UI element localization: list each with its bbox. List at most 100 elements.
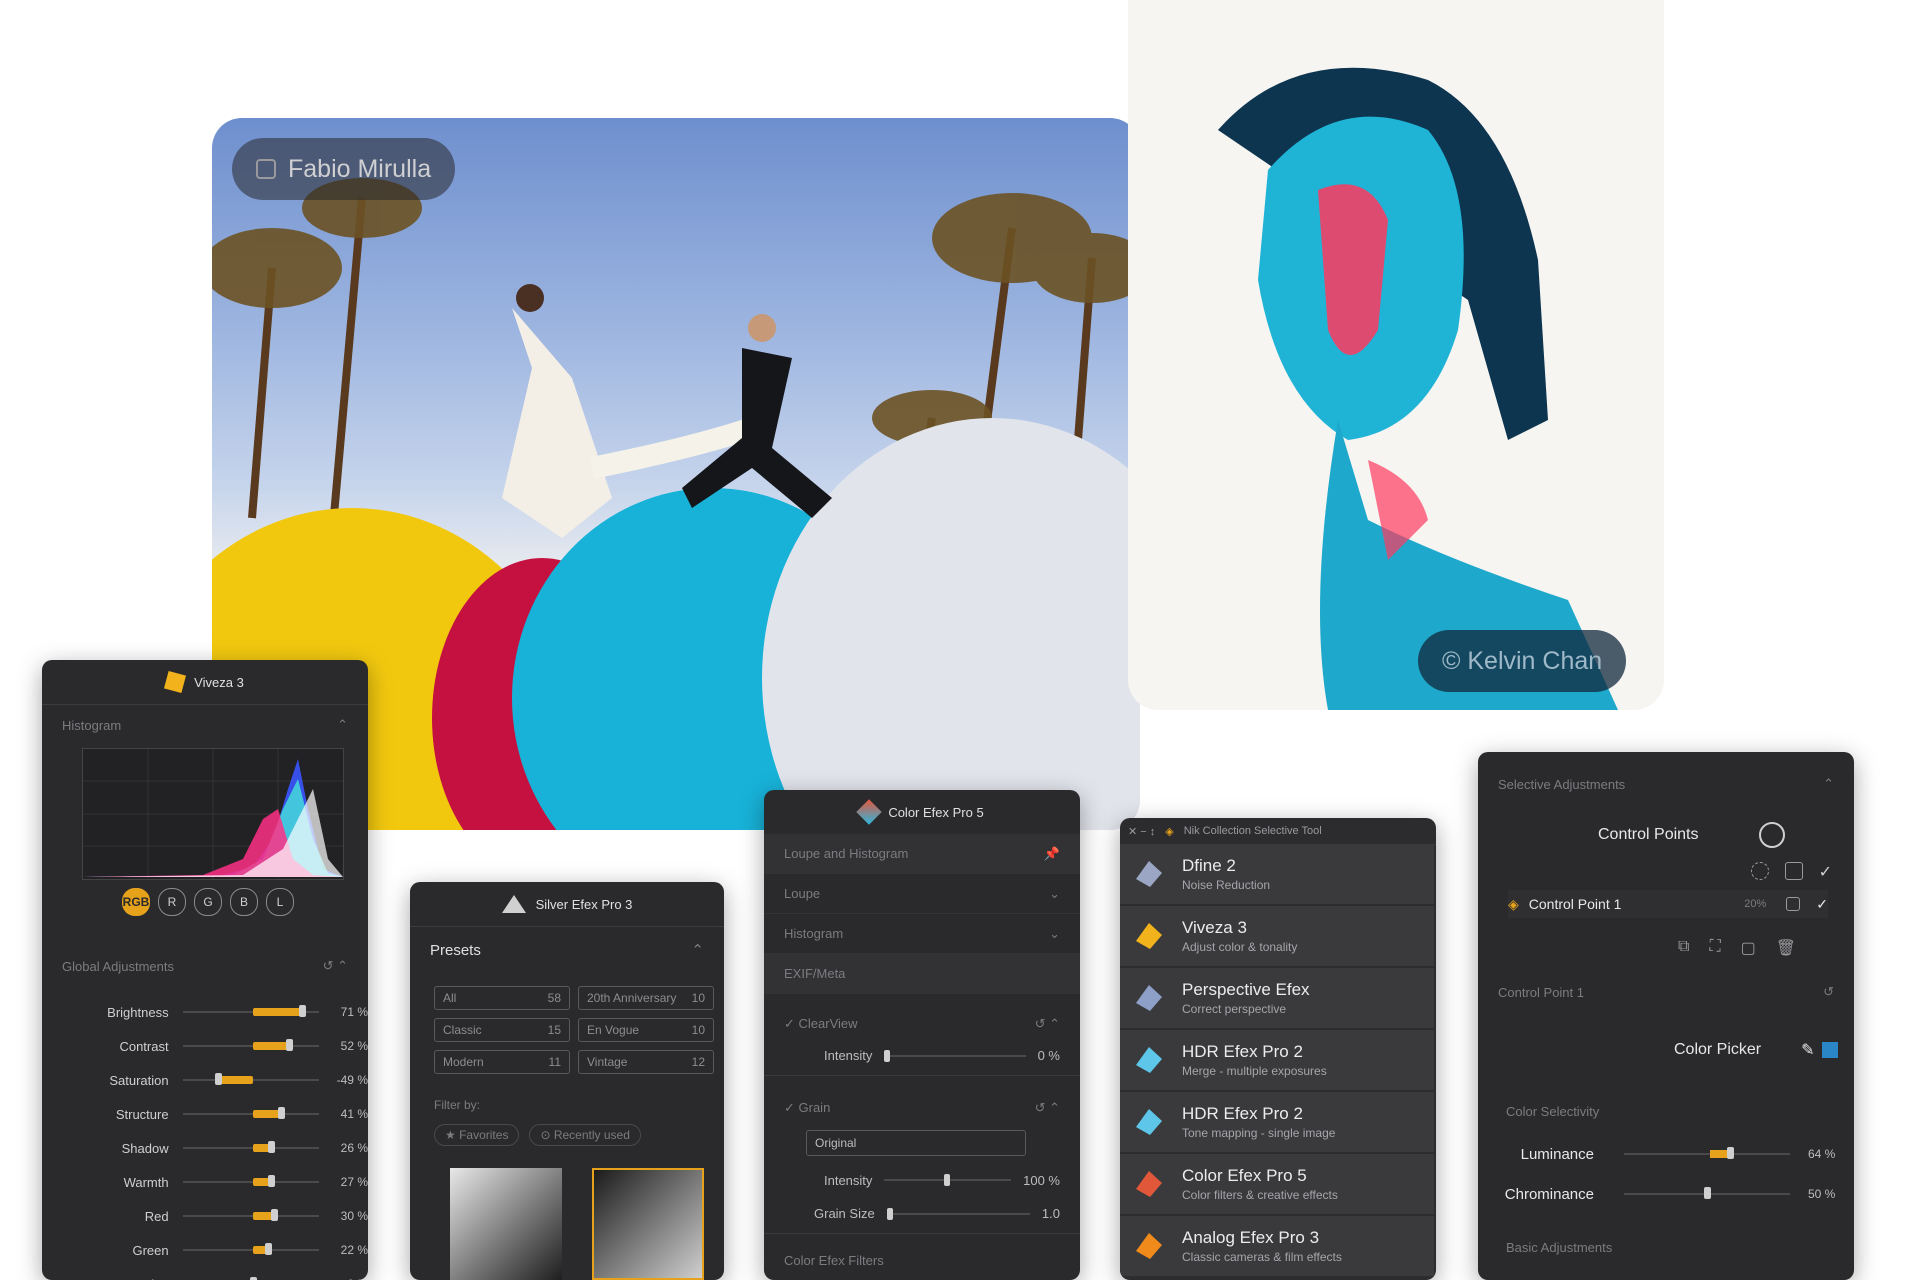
- slider-row[interactable]: Brightness 71 %: [42, 1000, 368, 1024]
- intensity-track[interactable]: [884, 1174, 1012, 1186]
- grain-size[interactable]: Grain Size 1.0: [764, 1194, 1080, 1234]
- grain-select[interactable]: Original: [806, 1130, 1026, 1156]
- chevron-down-icon[interactable]: ⌄: [1049, 886, 1060, 902]
- channel-r[interactable]: R: [158, 888, 186, 916]
- histogram-section[interactable]: Histogram ⌃: [42, 717, 368, 733]
- slider-track[interactable]: [182, 1141, 319, 1153]
- circle-select-icon[interactable]: [1750, 862, 1769, 880]
- color-swatch[interactable]: [1822, 1042, 1838, 1058]
- reset-icon[interactable]: ↺ ⌃: [1035, 1016, 1060, 1032]
- tool-item[interactable]: HDR Efex Pro 2 Merge - multiple exposures: [1120, 1030, 1434, 1091]
- slider-row[interactable]: Shadow 26 %: [42, 1136, 368, 1160]
- chrominance-track[interactable]: [1624, 1187, 1790, 1199]
- chevron-up-icon[interactable]: ⌃: [1823, 776, 1834, 792]
- preset-thumbnail-selected[interactable]: [592, 1168, 704, 1280]
- slider-row[interactable]: Saturation -49 %: [42, 1068, 368, 1092]
- chrominance-knob[interactable]: [1704, 1187, 1711, 1199]
- channel-rgb[interactable]: RGB: [122, 888, 150, 916]
- grain-header[interactable]: ✓ Grain ↺ ⌃: [764, 1088, 1080, 1128]
- loupe-row[interactable]: Loupe ⌄: [764, 874, 1080, 914]
- channel-g[interactable]: G: [194, 888, 222, 916]
- mask-icon[interactable]: [1786, 897, 1801, 911]
- chevron-up-icon[interactable]: ⌃: [337, 717, 348, 733]
- reset-icon[interactable]: ↺ ⌃: [1035, 1100, 1060, 1116]
- reset-icon[interactable]: ↺: [1823, 984, 1834, 1000]
- check-icon[interactable]: ✓: [1816, 896, 1828, 913]
- tool-item[interactable]: Color Efex Pro 5 Color filters & creative…: [1120, 1154, 1434, 1215]
- slider-knob[interactable]: [285, 1039, 293, 1051]
- preset-category[interactable]: Vintage 12: [578, 1050, 714, 1074]
- slider-track[interactable]: [182, 1005, 319, 1017]
- slider-track[interactable]: [182, 1175, 319, 1187]
- slider-knob[interactable]: [268, 1175, 276, 1187]
- channel-b[interactable]: B: [230, 888, 258, 916]
- slider-row[interactable]: Contrast 52 %: [42, 1034, 368, 1058]
- color-picker-row[interactable]: Color Picker ✎: [1674, 1040, 1815, 1060]
- slider-track[interactable]: [182, 1039, 319, 1051]
- slider-track[interactable]: [182, 1243, 319, 1255]
- exif-row[interactable]: EXIF/Meta: [764, 954, 1080, 994]
- trash-icon[interactable]: 🗑: [1776, 938, 1796, 958]
- luminance-row[interactable]: Luminance 64 %: [1478, 1142, 1854, 1166]
- slider-knob[interactable]: [264, 1243, 272, 1255]
- filter-favorites[interactable]: ★ Favorites: [434, 1124, 520, 1146]
- preset-category[interactable]: Classic 15: [434, 1018, 570, 1042]
- basic-adjustments-section[interactable]: Basic Adjustments: [1486, 1240, 1854, 1255]
- slider-row[interactable]: Red 30 %: [42, 1204, 368, 1228]
- luminance-track[interactable]: [1624, 1147, 1790, 1159]
- intensity-track[interactable]: [884, 1049, 1026, 1062]
- eyedropper-icon[interactable]: ✎: [1801, 1040, 1814, 1060]
- channel-l[interactable]: L: [266, 888, 294, 916]
- ungroup-icon[interactable]: ▢: [1741, 938, 1756, 958]
- clearview-intensity[interactable]: Intensity 0 %: [764, 1036, 1080, 1076]
- tool-item[interactable]: Perspective Efex Correct perspective: [1120, 968, 1434, 1029]
- reset-icon[interactable]: ↺ ⌃: [323, 958, 348, 974]
- slider-track[interactable]: [182, 1073, 319, 1085]
- filter-recent[interactable]: ⊙ Recently used: [529, 1124, 641, 1146]
- slider-row[interactable]: Green 22 %: [42, 1238, 368, 1262]
- grain-size-track[interactable]: [886, 1207, 1030, 1220]
- tool-item[interactable]: Viveza 3 Adjust color & tonality: [1120, 906, 1434, 967]
- slider-knob[interactable]: [267, 1141, 275, 1153]
- slider-knob[interactable]: [944, 1174, 951, 1186]
- window-controls-icon[interactable]: ✕ − ↕: [1128, 825, 1155, 838]
- slider-track[interactable]: [182, 1209, 319, 1221]
- chevron-down-icon[interactable]: ⌄: [1049, 926, 1060, 942]
- loupe-histogram-row[interactable]: Loupe and Histogram 📌: [764, 834, 1080, 874]
- luminance-knob[interactable]: [1727, 1147, 1735, 1159]
- mask-icon[interactable]: [1784, 862, 1803, 880]
- add-control-point-icon[interactable]: [1758, 822, 1785, 848]
- check-icon[interactable]: ✓: [1819, 862, 1832, 882]
- slider-knob[interactable]: [278, 1107, 286, 1119]
- selective-adjustments-section[interactable]: Selective Adjustments ⌃: [1478, 776, 1854, 792]
- slider-row[interactable]: Structure 41 %: [42, 1102, 368, 1126]
- slider-knob[interactable]: [884, 1049, 891, 1062]
- global-adjustments-section[interactable]: Global Adjustments ↺ ⌃: [42, 958, 368, 974]
- slider-knob[interactable]: [299, 1005, 307, 1017]
- duplicate-icon[interactable]: ⧉: [1678, 938, 1689, 958]
- control-point-icon: ◈: [1508, 895, 1519, 912]
- tool-item[interactable]: Analog Efex Pro 3 Classic cameras & film …: [1120, 1216, 1434, 1277]
- tool-item[interactable]: HDR Efex Pro 2 Tone mapping - single imag…: [1120, 1092, 1434, 1153]
- preset-category[interactable]: All 58: [434, 986, 570, 1010]
- group-icon[interactable]: ⛶: [1709, 938, 1720, 958]
- preset-category[interactable]: Modern 11: [434, 1050, 570, 1074]
- preset-category[interactable]: 20th Anniversary 10: [578, 986, 714, 1010]
- tool-item[interactable]: Dfine 2 Noise Reduction: [1120, 844, 1434, 905]
- chevron-up-icon[interactable]: ⌃: [691, 941, 704, 959]
- pin-icon[interactable]: 📌: [1044, 846, 1060, 862]
- slider-knob[interactable]: [215, 1073, 223, 1085]
- preset-thumbnail[interactable]: [450, 1168, 562, 1280]
- preset-category[interactable]: En Vogue 10: [578, 1018, 714, 1042]
- control-point-section[interactable]: Control Point 1 ↺: [1478, 984, 1854, 1000]
- control-point-item[interactable]: ◈ Control Point 1 20% ✓: [1508, 890, 1828, 918]
- slider-knob[interactable]: [886, 1207, 893, 1220]
- chrominance-row[interactable]: Chrominance 50 %: [1478, 1182, 1854, 1206]
- slider-row[interactable]: Blue0 %: [42, 1272, 368, 1280]
- slider-knob[interactable]: [270, 1209, 278, 1221]
- slider-track[interactable]: [182, 1107, 319, 1119]
- filters-footer[interactable]: Color Efex Filters: [764, 1240, 1080, 1280]
- presets-section[interactable]: Presets ⌃: [410, 941, 724, 960]
- histogram-row[interactable]: Histogram ⌄: [764, 914, 1080, 954]
- slider-row[interactable]: Warmth 27 %: [42, 1170, 368, 1194]
